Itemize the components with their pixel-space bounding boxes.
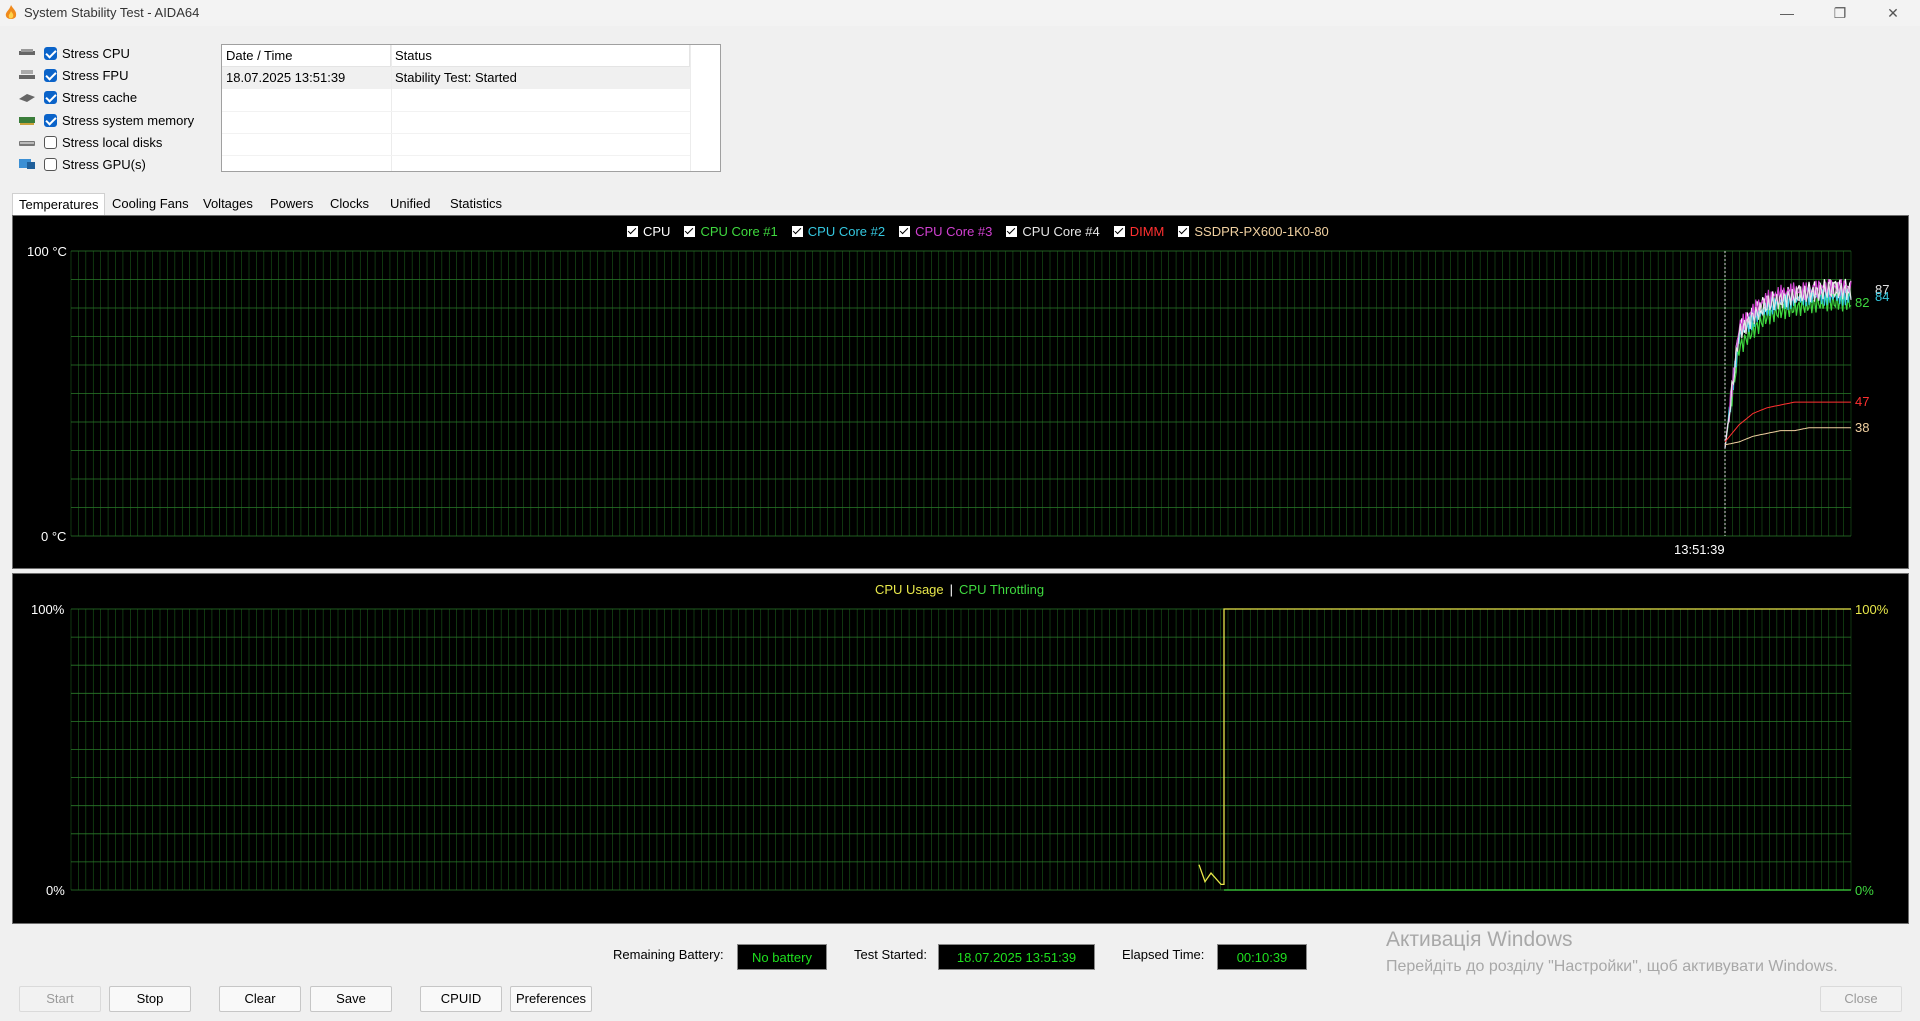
close-window-button[interactable]: ✕ [1868, 0, 1918, 26]
stress-cpu-label: Stress CPU [62, 45, 130, 61]
fpu-icon [19, 70, 35, 79]
stress-memory-label: Stress system memory [62, 112, 195, 128]
stress-gpu-option[interactable]: Stress GPU(s) [18, 154, 146, 174]
stress-cpu-option[interactable]: Stress CPU [18, 43, 130, 63]
stress-fpu-label: Stress FPU [62, 67, 129, 83]
tab-temperatures[interactable]: Temperatures [12, 193, 106, 216]
disk-icon [19, 141, 35, 146]
usage-plot [70, 608, 1852, 891]
memory-icon [19, 117, 35, 125]
tab-unified[interactable]: Unified [384, 193, 436, 215]
tab-voltages[interactable]: Voltages [197, 193, 259, 215]
maximize-button[interactable]: ❐ [1815, 0, 1865, 26]
stress-memory-checkbox[interactable] [44, 113, 57, 127]
tab-powers[interactable]: Powers [264, 193, 319, 215]
tab-statistics[interactable]: Statistics [444, 193, 508, 215]
series-line-cpu-usage [1198, 608, 1851, 886]
battery-label: Remaining Battery: [613, 947, 724, 962]
test-started-value: 18.07.2025 13:51:39 [938, 944, 1095, 970]
clear-button[interactable]: Clear [219, 986, 301, 1012]
save-button[interactable]: Save [310, 986, 392, 1012]
stress-cache-checkbox[interactable] [44, 90, 57, 104]
close-button[interactable]: Close [1820, 986, 1902, 1012]
cpuid-button[interactable]: CPUID [420, 986, 502, 1012]
cpu-icon [19, 49, 35, 55]
windows-activation-text: Перейдіть до розділу "Настройки", щоб ак… [1386, 958, 1838, 975]
elapsed-time-label: Elapsed Time: [1122, 947, 1205, 962]
stress-disks-option[interactable]: Stress local disks [18, 132, 162, 152]
series-line-ssdpr-px600-1k0-80 [1724, 427, 1851, 446]
stress-cache-label: Stress cache [62, 89, 138, 105]
preferences-button[interactable]: Preferences [510, 986, 592, 1012]
stress-disks-label: Stress local disks [62, 134, 163, 150]
window-title: System Stability Test - AIDA64 [24, 5, 200, 20]
stress-disks-checkbox[interactable] [44, 135, 57, 149]
elapsed-time-value: 00:10:39 [1217, 944, 1307, 970]
stress-cpu-checkbox[interactable] [44, 46, 57, 60]
stress-gpu-label: Stress GPU(s) [62, 156, 146, 172]
plot-grid [70, 608, 1852, 891]
tab-clocks[interactable]: Clocks [324, 193, 375, 215]
windows-activation-title: Активація Windows [1386, 928, 1573, 951]
start-button[interactable]: Start [19, 986, 101, 1012]
stress-memory-option[interactable]: Stress system memory [18, 110, 194, 130]
stress-fpu-checkbox[interactable] [44, 68, 57, 82]
title-bar: System Stability Test - AIDA64 — ❐ ✕ [0, 0, 1920, 26]
battery-value: No battery [737, 944, 827, 970]
stress-gpu-checkbox[interactable] [44, 157, 57, 171]
stress-cache-option[interactable]: Stress cache [18, 87, 137, 107]
temperature-chart-panel: CPU CPU Core #1 CPU Core #2 CPU Core #3 … [12, 215, 1909, 569]
usage-chart-panel: CPU Usage | CPU Throttling 100% 0% 100% … [12, 573, 1909, 924]
test-started-label: Test Started: [854, 947, 927, 962]
log-grid-lines [222, 45, 691, 171]
gpu-icon [19, 159, 35, 169]
temperature-plot [70, 250, 1852, 537]
stress-fpu-option[interactable]: Stress FPU [18, 65, 128, 85]
plot-grid [70, 250, 1852, 537]
minimize-button[interactable]: — [1762, 0, 1812, 26]
status-log-table[interactable]: Date / Time Status 18.07.2025 13:51:39 S… [221, 44, 721, 172]
stop-button[interactable]: Stop [109, 986, 191, 1012]
tab-cooling-fans[interactable]: Cooling Fans [106, 193, 195, 215]
cache-icon [19, 94, 35, 102]
aida64-flame-icon [5, 5, 17, 19]
